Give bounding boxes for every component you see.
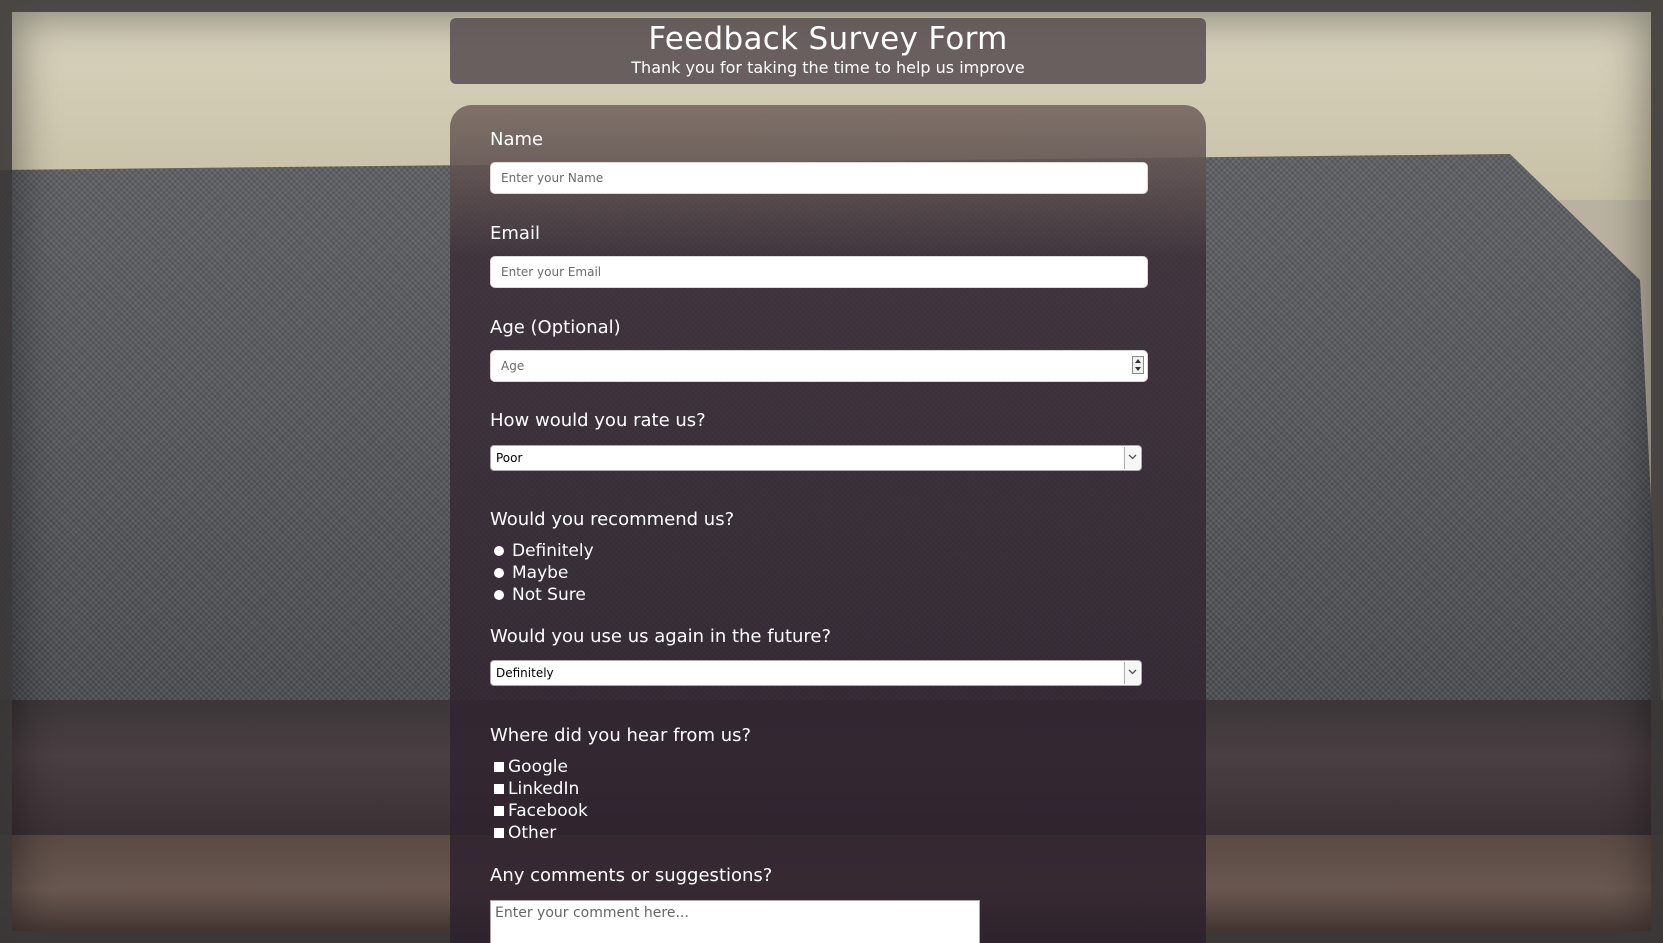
radio-label: Maybe — [512, 563, 569, 583]
email-input[interactable] — [490, 256, 1148, 288]
rating-select-value: Poor — [496, 451, 523, 465]
page-subtitle: Thank you for taking the time to help us… — [631, 58, 1025, 77]
heard-option-linkedin[interactable]: LinkedIn — [494, 778, 579, 800]
recommend-option-maybe[interactable]: Maybe — [494, 562, 568, 584]
radio-button[interactable] — [494, 568, 504, 578]
name-input[interactable] — [490, 162, 1148, 194]
name-label: Name — [490, 129, 544, 150]
checkbox[interactable] — [494, 828, 504, 838]
heard-from-label: Where did you hear from us? — [490, 725, 752, 746]
spinner-up-icon[interactable] — [1135, 359, 1141, 363]
header-card: Feedback Survey Form Thank you for takin… — [450, 18, 1206, 84]
heard-option-facebook[interactable]: Facebook — [494, 800, 588, 822]
heard-option-google[interactable]: Google — [494, 756, 568, 778]
page-title: Feedback Survey Form — [648, 21, 1008, 57]
comments-textarea[interactable] — [490, 900, 980, 943]
checkbox-label: Other — [508, 823, 557, 843]
email-label: Email — [490, 223, 540, 244]
radio-label: Definitely — [512, 541, 594, 561]
use-again-label: Would you use us again in the future? — [490, 626, 832, 647]
rating-select[interactable]: Poor — [490, 445, 1142, 471]
chevron-down-icon[interactable] — [1124, 662, 1140, 684]
use-again-select[interactable]: Definitely — [490, 660, 1142, 686]
chevron-down-icon[interactable] — [1124, 447, 1140, 469]
spinner-arrows-icon[interactable] — [1132, 356, 1144, 374]
checkbox-label: Facebook — [508, 801, 588, 821]
age-label: Age (Optional) — [490, 317, 621, 338]
checkbox-label: Google — [508, 757, 568, 777]
radio-button[interactable] — [494, 590, 504, 600]
age-input[interactable] — [490, 350, 1148, 382]
radio-button[interactable] — [494, 546, 504, 556]
checkbox[interactable] — [494, 806, 504, 816]
radio-label: Not Sure — [512, 585, 586, 605]
use-again-select-value: Definitely — [496, 666, 554, 680]
checkbox[interactable] — [494, 784, 504, 794]
survey-form: Name Email Age (Optional) How would you … — [450, 105, 1206, 943]
checkbox[interactable] — [494, 762, 504, 772]
age-field — [490, 350, 1148, 382]
recommend-label: Would you recommend us? — [490, 509, 735, 530]
spinner-down-icon[interactable] — [1135, 367, 1141, 371]
comments-label: Any comments or suggestions? — [490, 865, 773, 886]
rating-label: How would you rate us? — [490, 410, 706, 431]
recommend-option-definitely[interactable]: Definitely — [494, 540, 594, 562]
checkbox-label: LinkedIn — [508, 779, 580, 799]
heard-option-other[interactable]: Other — [494, 822, 556, 844]
recommend-option-not-sure[interactable]: Not Sure — [494, 584, 586, 606]
